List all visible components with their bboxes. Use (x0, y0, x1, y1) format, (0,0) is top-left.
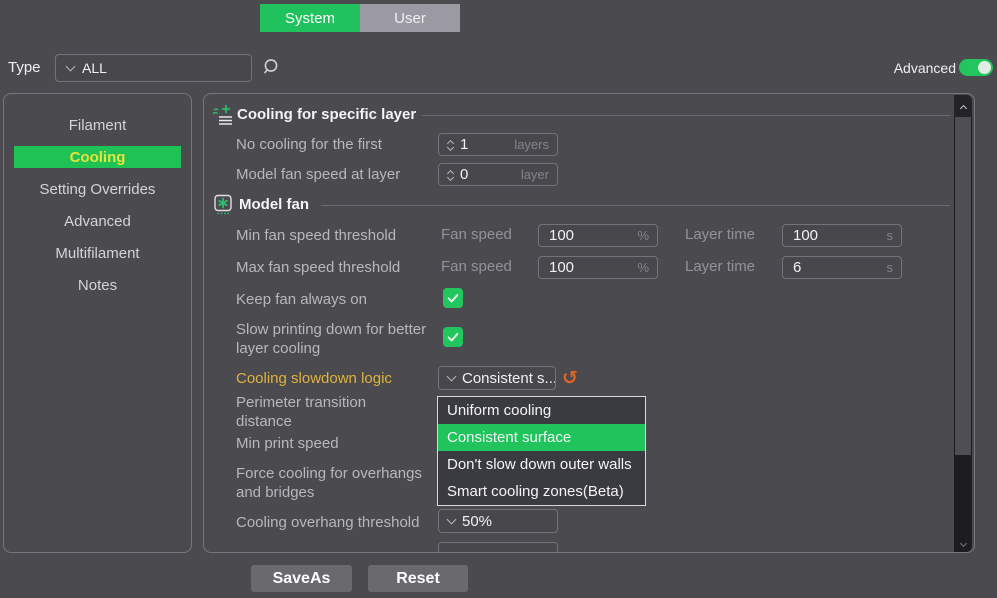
dropdown-option-dont-slow-outer-walls[interactable]: Don't slow down outer walls (438, 451, 645, 478)
max-layer-time-input[interactable]: 6 s (782, 256, 902, 279)
spinner-arrows[interactable] (439, 139, 460, 150)
fan-speed-at-layer-label: Model fan speed at layer (236, 165, 400, 184)
toggle-knob (978, 61, 991, 74)
clipped-next-field[interactable] (438, 542, 558, 553)
undo-icon[interactable]: ↺ (562, 368, 578, 388)
sidebar-item-setting-overrides[interactable]: Setting Overrides (14, 178, 181, 200)
preset-source-tabs: System User (260, 4, 460, 32)
force-cooling-label: Force cooling for overhangs and bridges (236, 464, 451, 502)
sidebar-item-multifilament[interactable]: Multifilament (14, 242, 181, 264)
slowdown-logic-dropdown-menu: Uniform cooling Consistent surface Don't… (437, 396, 646, 506)
slowdown-logic-select[interactable]: Consistent s... (438, 366, 556, 390)
sidebar-item-cooling[interactable]: Cooling (14, 146, 181, 168)
min-fan-speed-sublabel: Fan speed (441, 226, 512, 243)
sidebar-item-advanced[interactable]: Advanced (14, 210, 181, 232)
min-layer-time-sublabel: Layer time (685, 226, 755, 243)
chevron-down-icon (66, 61, 76, 71)
fan-speed-at-layer-unit: layer (521, 167, 557, 182)
check-icon (446, 291, 460, 305)
spinner-arrows[interactable] (439, 169, 460, 180)
search-icon[interactable] (261, 57, 281, 77)
max-fan-speed-value: 100 (549, 259, 574, 276)
reset-button[interactable]: Reset (368, 565, 468, 592)
perimeter-transition-label: Perimeter transition distance (236, 393, 426, 431)
slowdown-logic-label: Cooling slowdown logic (236, 369, 392, 388)
slow-printing-label: Slow printing down for better layer cool… (236, 320, 436, 358)
tab-user[interactable]: User (360, 4, 460, 32)
min-fan-speed-unit: % (637, 228, 657, 243)
keep-fan-checkbox[interactable] (443, 288, 463, 308)
slow-printing-checkbox[interactable] (443, 327, 463, 347)
section-divider (422, 115, 950, 116)
section-title-model-fan: Model fan (239, 196, 309, 213)
max-layer-time-sublabel: Layer time (685, 258, 755, 275)
settings-category-sidebar: Filament Cooling Setting Overrides Advan… (3, 93, 192, 553)
dropdown-option-consistent-surface[interactable]: Consistent surface (438, 424, 645, 451)
no-cooling-value: 1 (460, 136, 468, 153)
overhang-threshold-label: Cooling overhang threshold (236, 513, 419, 532)
min-fan-speed-value: 100 (549, 227, 574, 244)
max-fan-speed-sublabel: Fan speed (441, 258, 512, 275)
advanced-toggle[interactable] (959, 59, 993, 76)
min-layer-time-value: 100 (793, 227, 818, 244)
scrollbar-thumb[interactable] (955, 117, 971, 455)
max-fan-speed-input[interactable]: 100 % (538, 256, 658, 279)
no-cooling-input[interactable]: 1 layers (438, 133, 558, 156)
scroll-down-button[interactable] (954, 545, 972, 546)
type-filter-value: ALL (82, 60, 107, 76)
keep-fan-label: Keep fan always on (236, 290, 367, 309)
overhang-threshold-value: 50% (462, 513, 492, 530)
overhang-threshold-select[interactable]: 50% (438, 509, 558, 533)
dropdown-option-uniform-cooling[interactable]: Uniform cooling (438, 397, 645, 424)
min-layer-time-unit: s (887, 228, 902, 243)
slowdown-logic-value: Consistent s... (462, 370, 555, 387)
max-fan-speed-unit: % (637, 260, 657, 275)
fan-speed-at-layer-value: 0 (460, 166, 468, 183)
tab-system[interactable]: System (260, 4, 360, 32)
cooling-specific-layer-icon (212, 104, 234, 126)
cooling-settings-panel: Cooling for specific layer No cooling fo… (203, 93, 975, 553)
no-cooling-unit: layers (514, 137, 557, 152)
type-filter-select[interactable]: ALL (55, 54, 252, 82)
min-fan-threshold-label: Min fan speed threshold (236, 226, 396, 245)
save-as-button[interactable]: SaveAs (251, 565, 352, 592)
chevron-up-icon (959, 104, 966, 111)
type-filter-label: Type (8, 59, 41, 76)
min-fan-speed-input[interactable]: 100 % (538, 224, 658, 247)
scroll-up-button[interactable] (954, 95, 972, 117)
fan-speed-at-layer-input[interactable]: 0 layer (438, 163, 558, 186)
advanced-toggle-label: Advanced (850, 60, 956, 76)
chevron-down-icon (959, 540, 966, 547)
filament-settings-window: System User Type ALL Advanced Filament C… (0, 0, 997, 598)
section-title-cooling-specific-layer: Cooling for specific layer (237, 106, 416, 123)
max-fan-threshold-label: Max fan speed threshold (236, 258, 400, 277)
chevron-down-icon (447, 514, 457, 524)
max-layer-time-unit: s (887, 260, 902, 275)
chevron-down-icon (447, 371, 457, 381)
sidebar-item-filament[interactable]: Filament (14, 114, 181, 136)
min-layer-time-input[interactable]: 100 s (782, 224, 902, 247)
model-fan-icon (212, 194, 234, 216)
min-print-speed-label: Min print speed (236, 434, 339, 453)
section-divider (321, 205, 950, 206)
sidebar-item-notes[interactable]: Notes (14, 274, 181, 296)
vertical-scrollbar[interactable] (954, 95, 972, 552)
no-cooling-label: No cooling for the first (236, 135, 382, 154)
max-layer-time-value: 6 (793, 259, 801, 276)
dropdown-option-smart-cooling-zones[interactable]: Smart cooling zones(Beta) (438, 478, 645, 505)
check-icon (446, 330, 460, 344)
